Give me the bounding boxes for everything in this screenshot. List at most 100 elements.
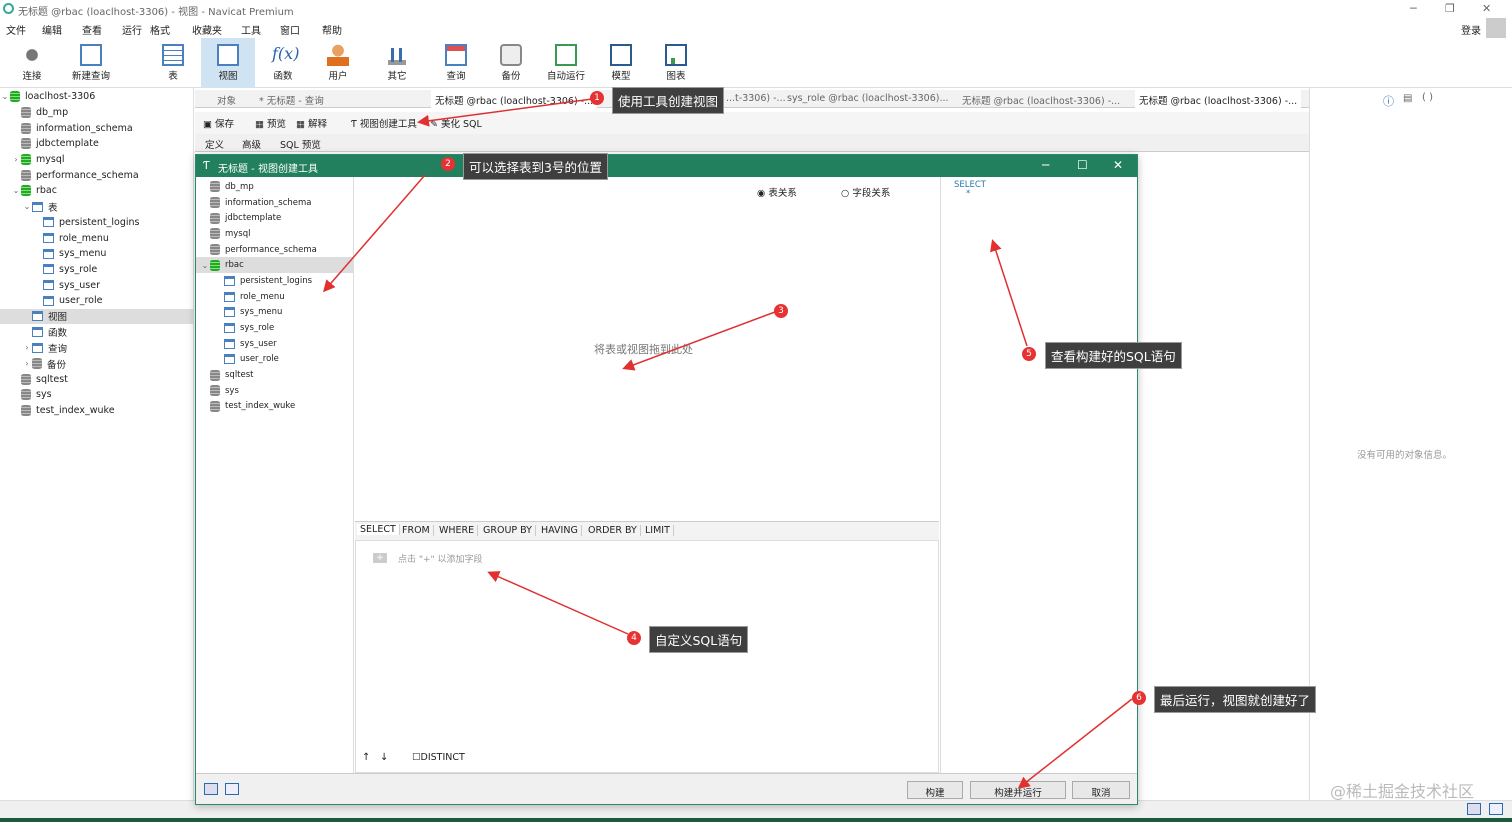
dialog-layout-icon-1[interactable] [204,783,218,795]
layout-panel-icon[interactable] [1489,803,1503,815]
tree-db-performance_schema[interactable]: performance_schema [0,167,193,183]
tree-table-persistent_logins[interactable]: persistent_logins [0,215,193,231]
tree-folder-views[interactable]: 视图 [0,308,193,325]
view-button[interactable]: 视图 [201,38,255,88]
clause-order-by[interactable]: ORDER BY [585,525,641,536]
tree-db-rbac[interactable]: ⌄ rbac [0,183,193,199]
function-button[interactable]: f(x) 函数 [256,38,310,88]
clause-limit[interactable]: LIMIT [642,525,674,536]
dialog-tree-table-user_role[interactable]: user_role [196,352,353,368]
expand-arrow-icon[interactable]: ⌄ [11,186,21,195]
expand-arrow-icon[interactable]: › [22,343,32,352]
clause-where[interactable]: WHERE [436,525,479,536]
tab-view-3[interactable]: 无标题 @rbac (loaclhost-3306) -... [958,90,1124,108]
tree-connection[interactable]: ⌄ loaclhost-3306 [0,89,193,105]
expand-arrow-icon[interactable]: ⌄ [0,92,10,101]
other-button[interactable]: 其它 [370,38,424,88]
tree-table-user_role[interactable]: user_role [0,293,193,309]
expand-arrow-icon[interactable]: › [22,359,32,368]
tab-view-2[interactable]: ...t-3306) -... [722,90,790,108]
avatar[interactable] [1486,18,1506,38]
dialog-tree-db-test_index_wuke[interactable]: test_index_wuke [196,399,353,415]
dialog-tree-table-sys_user[interactable]: sys_user [196,336,353,352]
dialog-tree-table-sys_role[interactable]: sys_role [196,320,353,336]
tree-table-sys_user[interactable]: sys_user [0,277,193,293]
tab-query[interactable]: * 无标题 - 查询 [255,90,328,108]
menu-run[interactable]: 运行 [122,22,142,37]
dialog-tree-db-mysql[interactable]: mysql [196,226,353,242]
expand-arrow-icon[interactable]: › [11,155,21,164]
maximize-button[interactable]: ❐ [1445,2,1455,15]
tab-definition[interactable]: 定义 [205,137,224,151]
tree-table-sys_role[interactable]: sys_role [0,262,193,278]
dialog-layout-icon-2[interactable] [225,783,239,795]
dialog-tree-db-sqltest[interactable]: sqltest [196,367,353,383]
menu-favorites[interactable]: 收藏夹 [192,22,222,37]
table-canvas[interactable]: ◉ 表关系 ○ 字段关系 将表或视图拖到此处 [355,177,939,519]
dialog-tree-db-db_mp[interactable]: db_mp [196,179,353,195]
autorun-button[interactable]: 自动运行 [539,38,593,88]
view-builder-button[interactable]: Ƭ 视图创建工具 [351,116,417,130]
new-query-button[interactable]: 新建查询 [64,38,118,88]
chart-button[interactable]: 图表 [649,38,703,88]
move-up-button[interactable]: ↑ [362,752,370,763]
radio-field-relation[interactable]: ○ 字段关系 [841,185,890,199]
model-button[interactable]: 模型 [594,38,648,88]
dialog-tree-table-role_menu[interactable]: role_menu [196,289,353,305]
build-and-run-button[interactable]: 构建并运行 [970,781,1066,799]
tree-db-db_mp[interactable]: db_mp [0,105,193,121]
dialog-tree-db-jdbctemplate[interactable]: jdbctemplate [196,210,353,226]
ddl-icon[interactable]: ▤ [1403,93,1412,104]
explain-button[interactable]: ▦ 解释 [296,116,327,130]
dialog-tree-db-performance_schema[interactable]: performance_schema [196,242,353,258]
tree-table-sys_menu[interactable]: sys_menu [0,246,193,262]
dialog-tree-db-sys[interactable]: sys [196,383,353,399]
menu-file[interactable]: 文件 [6,22,26,37]
clause-group-by[interactable]: GROUP BY [480,525,536,536]
tree-db-mysql[interactable]: › mysql [0,152,193,168]
tab-view-1[interactable]: 无标题 @rbac (loaclhost-3306) -... [431,90,598,108]
preview-button[interactable]: ▦ 预览 [255,116,286,130]
distinct-checkbox[interactable]: ☐DISTINCT [412,752,465,763]
tab-advanced[interactable]: 高级 [242,137,261,151]
query-button[interactable]: 查询 [429,38,483,88]
tab-sql-preview[interactable]: SQL 预览 [280,137,321,151]
dialog-maximize-button[interactable]: ☐ [1077,158,1088,172]
connect-button[interactable]: 连接 [5,38,59,88]
move-down-button[interactable]: ↓ [380,752,388,763]
dialog-tree-db-rbac[interactable]: ⌄ rbac [196,257,353,274]
build-button[interactable]: 构建 [907,781,963,799]
save-button[interactable]: ▣ 保存 [203,116,234,130]
tab-sys-role[interactable]: sys_role @rbac (loaclhost-3306)... [783,90,953,108]
menu-window[interactable]: 窗口 [280,22,300,37]
menu-format[interactable]: 格式 [150,22,170,37]
cancel-button[interactable]: 取消 [1072,781,1130,799]
tree-folder-functions[interactable]: 函数 [0,324,193,340]
login-link[interactable]: 登录 [1461,22,1481,37]
clause-having[interactable]: HAVING [538,525,582,536]
tree-folder-queries[interactable]: › 查询 [0,340,193,356]
brackets-icon[interactable]: ( ) [1422,92,1433,103]
menu-tools[interactable]: 工具 [241,22,261,37]
info-icon[interactable]: ⓘ [1383,93,1394,109]
tree-folder-backups[interactable]: › 备份 [0,356,193,372]
tree-table-role_menu[interactable]: role_menu [0,230,193,246]
close-button[interactable]: ✕ [1482,2,1491,15]
menu-edit[interactable]: 编辑 [42,22,62,37]
tab-view-4[interactable]: 无标题 @rbac (loaclhost-3306) -... [1135,90,1302,108]
minimize-button[interactable]: ─ [1410,2,1417,15]
dialog-tree-table-sys_menu[interactable]: sys_menu [196,305,353,321]
clause-select[interactable]: SELECT [357,524,400,535]
tree-db-information_schema[interactable]: information_schema [0,120,193,136]
tree-db-jdbctemplate[interactable]: jdbctemplate [0,136,193,152]
menu-view[interactable]: 查看 [82,22,102,37]
beautify-sql-button[interactable]: ✎ 美化 SQL [430,116,482,130]
table-button[interactable]: 表 [146,38,200,88]
add-field-button[interactable]: + [373,553,387,563]
expand-arrow-icon[interactable]: ⌄ [200,261,210,270]
tree-db-sqltest[interactable]: sqltest [0,371,193,387]
radio-table-relation[interactable]: ◉ 表关系 [757,185,797,199]
tab-objects[interactable]: 对象 [213,90,240,108]
tree-db-sys[interactable]: sys [0,387,193,403]
tree-db-test_index_wuke[interactable]: test_index_wuke [0,403,193,419]
